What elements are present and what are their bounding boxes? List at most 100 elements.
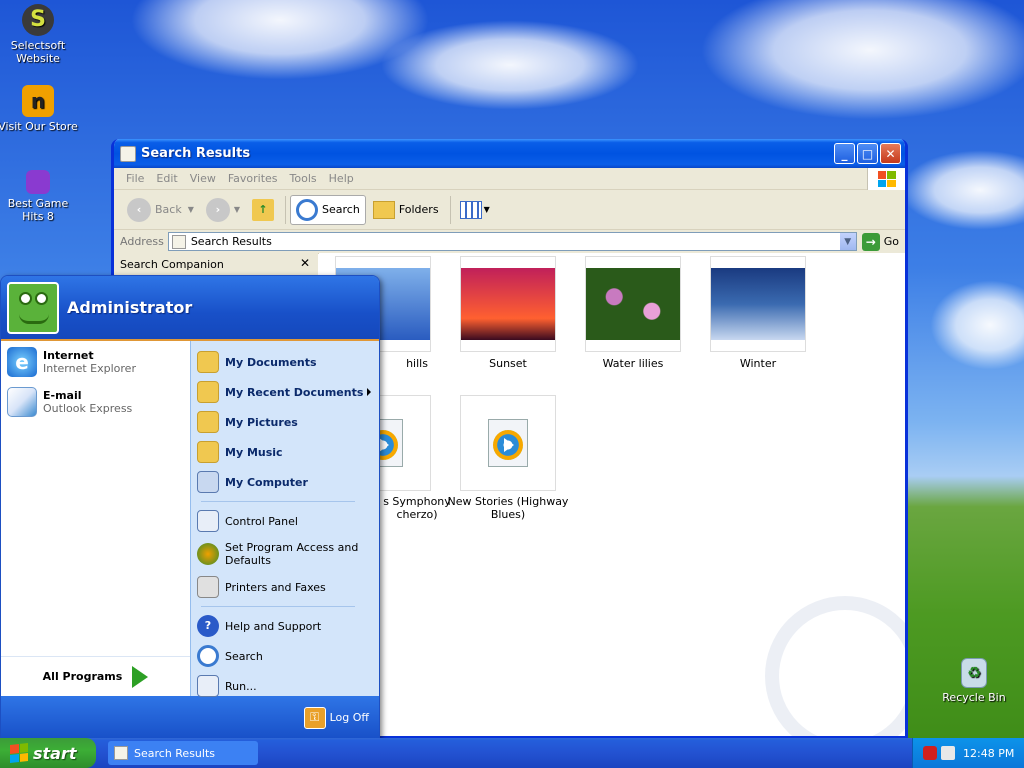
start-button[interactable]: start [0, 738, 96, 768]
start-item-label: Printers and Faxes [225, 580, 326, 594]
start-item-my-pictures[interactable]: My Pictures [191, 407, 379, 437]
address-field[interactable]: Search Results ▼ [167, 232, 857, 251]
back-button[interactable]: ‹ Back ▼ [122, 195, 199, 225]
dice-icon [26, 170, 50, 194]
up-folder-button[interactable]: ↑ [247, 196, 279, 224]
start-item-label: Set Program Access and Defaults [225, 541, 359, 567]
menu-bar: File Edit View Favorites Tools Help [114, 168, 905, 190]
start-item-my-documents[interactable]: My Documents [191, 347, 379, 377]
desktop-icon-store[interactable]: n Visit Our Store [0, 85, 78, 133]
back-label: Back [155, 203, 182, 216]
outlook-express-icon [7, 387, 37, 417]
start-item-label: My Computer [225, 475, 308, 489]
cloud [700, 0, 1024, 120]
desktop-icon-selectsoft[interactable]: S Selectsoft Website [0, 4, 78, 65]
internet-explorer-icon: e [7, 347, 37, 377]
menu-edit[interactable]: Edit [150, 172, 183, 185]
folders-icon [372, 200, 395, 219]
cloud [380, 20, 640, 110]
start-menu-header: Administrator [1, 276, 379, 341]
search-button[interactable]: Search [290, 194, 366, 225]
start-item-my-recent-documents[interactable]: My Recent Documents [191, 377, 379, 407]
close-button[interactable]: ✕ [880, 143, 901, 164]
minimize-button[interactable]: _ [834, 143, 855, 164]
run-icon [197, 675, 219, 697]
program-access-icon [197, 543, 219, 565]
separator [201, 501, 355, 502]
all-programs-button[interactable]: All Programs [1, 656, 190, 696]
security-shield-icon[interactable] [923, 746, 937, 760]
results-view: hills Sunset Water lilies Winter s Symph… [319, 253, 905, 736]
search-label: Search [322, 203, 360, 216]
file-label: New Stories (Highway Blues) [447, 495, 569, 521]
menu-favorites[interactable]: Favorites [222, 172, 284, 185]
start-item-title: E-mail [43, 389, 82, 402]
chevron-down-icon[interactable]: ▼ [838, 233, 856, 250]
desktop-icon-games[interactable]: Best Game Hits 8 [0, 170, 78, 223]
file-thumbnail[interactable] [585, 256, 681, 352]
start-item-run[interactable]: Run... [191, 671, 379, 701]
file-label: Water lilies [602, 357, 664, 370]
file-thumbnail[interactable] [710, 256, 806, 352]
go-button[interactable]: → Go [861, 232, 899, 251]
user-name: Administrator [67, 298, 193, 317]
task-label: Search Results [134, 746, 216, 760]
start-item-email[interactable]: E-mail Outlook Express [1, 387, 190, 417]
log-off-label: Log Off [329, 711, 369, 724]
computer-icon [197, 471, 219, 493]
forward-button[interactable]: › ▼ [201, 195, 245, 225]
all-programs-label: All Programs [42, 670, 123, 683]
windows-logo-icon [867, 168, 905, 190]
start-item-my-computer[interactable]: My Computer [191, 467, 379, 497]
start-item-internet[interactable]: e Internet Internet Explorer [1, 347, 190, 377]
folder-search-icon [120, 145, 136, 162]
taskbar: start Search Results 12:48 PM [0, 738, 1024, 768]
menu-tools[interactable]: Tools [284, 172, 323, 185]
taskbar-button-search-results[interactable]: Search Results [108, 741, 258, 765]
start-item-control-panel[interactable]: Control Panel [191, 506, 379, 536]
image-thumbnail [711, 268, 805, 340]
clock[interactable]: 12:48 PM [963, 747, 1014, 760]
cloud [930, 280, 1024, 370]
desktop-icon-recycle-bin[interactable]: ♻ Recycle Bin [934, 658, 1014, 704]
file-thumbnail[interactable] [460, 256, 556, 352]
search-folder-icon [171, 234, 186, 249]
maximize-button[interactable]: □ [857, 143, 878, 164]
desktop-icon-label: Best Game Hits 8 [7, 197, 69, 223]
desktop-icon-label: Selectsoft Website [10, 39, 66, 65]
log-off-button[interactable]: ⚿ Log Off [303, 706, 369, 729]
file-thumbnail[interactable] [460, 395, 556, 491]
folder-icon [197, 351, 219, 373]
start-item-label: My Documents [225, 355, 317, 369]
avatar[interactable] [7, 281, 59, 334]
menu-help[interactable]: Help [323, 172, 360, 185]
image-thumbnail [461, 268, 555, 340]
pinned-programs: e Internet Internet Explorer E-mail Outl… [1, 341, 191, 696]
start-item-subtitle: Outlook Express [43, 402, 133, 415]
recycle-bin-icon: ♻ [961, 658, 987, 688]
start-item-printers[interactable]: Printers and Faxes [191, 572, 379, 602]
start-item-label: Run... [225, 679, 257, 693]
address-value: Search Results [190, 235, 272, 248]
menu-view[interactable]: View [184, 172, 222, 185]
separator [285, 195, 287, 224]
network-icon[interactable] [941, 746, 955, 760]
address-label: Address [120, 235, 164, 248]
title-bar[interactable]: Search Results _ □ ✕ [114, 139, 905, 168]
start-item-program-access[interactable]: Set Program Access and Defaults [191, 536, 379, 572]
help-icon: ? [197, 615, 219, 637]
menu-file[interactable]: File [120, 172, 150, 185]
folders-button[interactable]: Folders [368, 198, 444, 222]
go-arrow-icon: → [861, 232, 880, 251]
start-item-my-music[interactable]: My Music [191, 437, 379, 467]
folder-search-icon [114, 746, 128, 760]
close-pane-icon[interactable]: ✕ [300, 256, 310, 270]
start-item-help[interactable]: ? Help and Support [191, 611, 379, 641]
forward-arrow-icon: › [205, 197, 230, 222]
printer-icon [197, 576, 219, 598]
submenu-arrow-icon [367, 388, 371, 396]
green-arrow-icon [132, 665, 149, 688]
search-icon [296, 198, 319, 221]
views-button[interactable]: ▼ [455, 198, 495, 222]
start-item-search[interactable]: Search [191, 641, 379, 671]
